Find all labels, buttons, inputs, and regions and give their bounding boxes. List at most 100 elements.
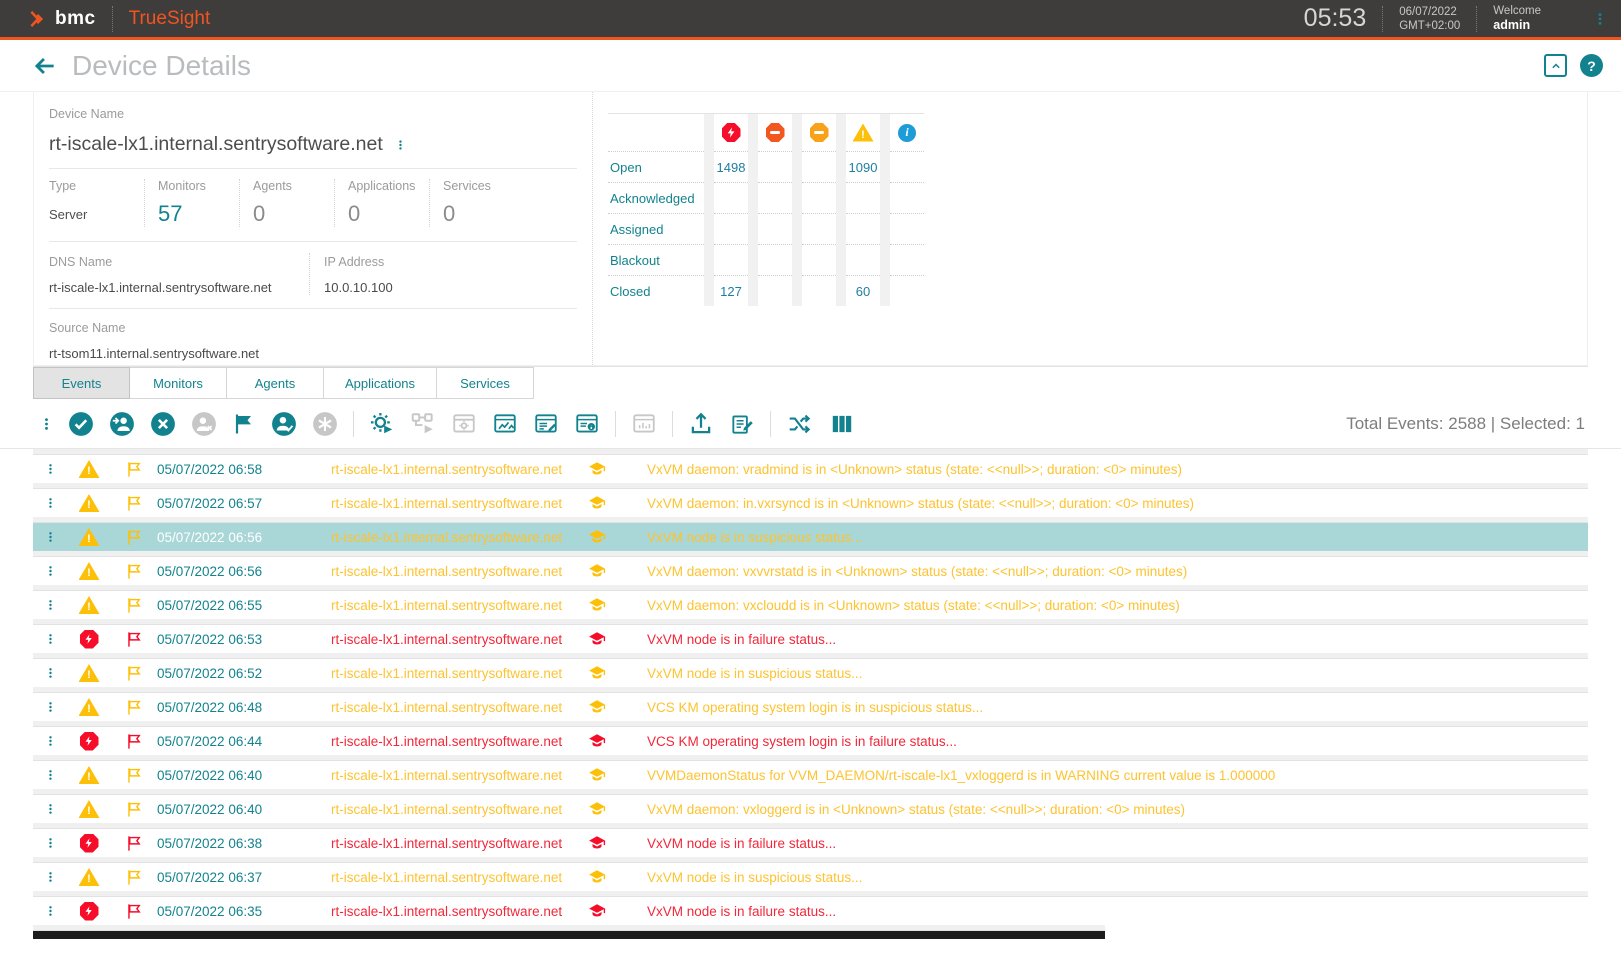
knowledge-icon[interactable] <box>587 664 615 682</box>
acknowledge-icon[interactable] <box>68 411 94 437</box>
event-row[interactable]: ! 05/07/2022 06:56 rt-iscale-lx1.interna… <box>33 522 1588 551</box>
summary-count[interactable] <box>714 182 748 213</box>
row-menu-icon[interactable] <box>33 528 67 546</box>
tab-agents[interactable]: Agents <box>227 367 324 399</box>
knowledge-icon[interactable] <box>587 494 615 512</box>
summary-count[interactable] <box>714 213 748 244</box>
summary-count[interactable] <box>802 244 836 275</box>
flag-icon[interactable] <box>111 630 157 649</box>
flag-icon[interactable] <box>111 766 157 785</box>
summary-count[interactable] <box>846 182 880 213</box>
run-action-icon[interactable] <box>369 411 395 437</box>
flag-icon[interactable] <box>111 528 157 547</box>
summary-count[interactable] <box>802 213 836 244</box>
knowledge-icon[interactable] <box>587 732 615 750</box>
row-menu-icon[interactable] <box>33 902 67 920</box>
export-icon[interactable] <box>688 411 714 437</box>
knowledge-icon[interactable] <box>587 630 615 648</box>
tab-events[interactable]: Events <box>33 367 130 399</box>
row-menu-icon[interactable] <box>33 834 67 852</box>
help-icon[interactable]: ? <box>1580 54 1603 77</box>
summary-count[interactable] <box>802 275 836 306</box>
row-menu-icon[interactable] <box>33 494 67 512</box>
menu-icon[interactable] <box>40 412 53 436</box>
knowledge-icon[interactable] <box>587 902 615 920</box>
event-row[interactable]: ! 05/07/2022 06:58 rt-iscale-lx1.interna… <box>33 454 1588 483</box>
knowledge-icon[interactable] <box>587 868 615 886</box>
flag-icon[interactable] <box>232 412 256 436</box>
flag-icon[interactable] <box>111 868 157 887</box>
expand-panel-icon[interactable] <box>1544 54 1567 77</box>
event-list-icon[interactable] <box>533 411 559 437</box>
summary-count[interactable] <box>890 151 924 182</box>
flag-icon[interactable] <box>111 732 157 751</box>
row-menu-icon[interactable] <box>33 732 67 750</box>
shuffle-icon[interactable] <box>786 411 814 437</box>
monitors-count[interactable]: 57 <box>158 201 182 226</box>
flag-icon[interactable] <box>111 494 157 513</box>
assign-to-me-icon[interactable] <box>271 411 297 437</box>
flag-icon[interactable] <box>111 800 157 819</box>
device-menu-icon[interactable] <box>395 137 406 153</box>
summary-count[interactable] <box>758 182 792 213</box>
flag-icon[interactable] <box>111 664 157 683</box>
summary-count[interactable] <box>846 213 880 244</box>
summary-count[interactable] <box>890 182 924 213</box>
tab-services[interactable]: Services <box>437 367 534 399</box>
columns-icon[interactable] <box>829 411 855 437</box>
knowledge-icon[interactable] <box>587 698 615 716</box>
summary-count[interactable] <box>758 151 792 182</box>
row-menu-icon[interactable] <box>33 460 67 478</box>
event-row[interactable]: ! 05/07/2022 06:53 rt-iscale-lx1.interna… <box>33 624 1588 653</box>
event-chart-icon[interactable] <box>492 411 518 437</box>
row-menu-icon[interactable] <box>33 664 67 682</box>
tab-applications[interactable]: Applications <box>324 367 437 399</box>
summary-count[interactable] <box>890 213 924 244</box>
knowledge-icon[interactable] <box>587 528 615 546</box>
row-menu-icon[interactable] <box>33 596 67 614</box>
flag-icon[interactable] <box>111 460 157 479</box>
summary-count[interactable] <box>890 275 924 306</box>
event-row[interactable]: ! 05/07/2022 06:40 rt-iscale-lx1.interna… <box>33 794 1588 823</box>
summary-count[interactable]: 60 <box>846 275 880 306</box>
summary-count[interactable]: 127 <box>714 275 748 306</box>
knowledge-icon[interactable] <box>587 562 615 580</box>
flag-icon[interactable] <box>111 902 157 921</box>
knowledge-icon[interactable] <box>587 834 615 852</box>
flag-icon[interactable] <box>111 834 157 853</box>
summary-count[interactable] <box>758 275 792 306</box>
flag-icon[interactable] <box>111 698 157 717</box>
event-row[interactable]: ! 05/07/2022 06:55 rt-iscale-lx1.interna… <box>33 590 1588 619</box>
event-row[interactable]: ! 05/07/2022 06:56 rt-iscale-lx1.interna… <box>33 556 1588 585</box>
summary-count[interactable] <box>802 182 836 213</box>
assign-icon[interactable] <box>109 411 135 437</box>
knowledge-icon[interactable] <box>587 766 615 784</box>
summary-count[interactable] <box>890 244 924 275</box>
summary-count[interactable] <box>802 151 836 182</box>
row-menu-icon[interactable] <box>33 562 67 580</box>
row-menu-icon[interactable] <box>33 630 67 648</box>
summary-count[interactable]: 1090 <box>846 151 880 182</box>
row-menu-icon[interactable] <box>33 800 67 818</box>
summary-count[interactable] <box>714 244 748 275</box>
event-details-icon[interactable] <box>574 411 600 437</box>
event-row[interactable]: ! 05/07/2022 06:57 rt-iscale-lx1.interna… <box>33 488 1588 517</box>
event-row[interactable]: ! 05/07/2022 06:52 rt-iscale-lx1.interna… <box>33 658 1588 687</box>
knowledge-icon[interactable] <box>587 460 615 478</box>
flag-icon[interactable] <box>111 562 157 581</box>
summary-count[interactable]: 1498 <box>714 151 748 182</box>
event-row[interactable]: ! 05/07/2022 06:38 rt-iscale-lx1.interna… <box>33 828 1588 857</box>
summary-count[interactable] <box>758 244 792 275</box>
back-arrow-icon[interactable] <box>32 53 58 79</box>
event-row[interactable]: ! 05/07/2022 06:37 rt-iscale-lx1.interna… <box>33 862 1588 891</box>
knowledge-icon[interactable] <box>587 800 615 818</box>
annotate-icon[interactable] <box>729 411 755 437</box>
flag-icon[interactable] <box>111 596 157 615</box>
row-menu-icon[interactable] <box>33 868 67 886</box>
row-menu-icon[interactable] <box>33 766 67 784</box>
summary-count[interactable] <box>846 244 880 275</box>
event-row[interactable]: ! 05/07/2022 06:40 rt-iscale-lx1.interna… <box>33 760 1588 789</box>
tab-monitors[interactable]: Monitors <box>130 367 227 399</box>
event-row[interactable]: ! 05/07/2022 06:48 rt-iscale-lx1.interna… <box>33 692 1588 721</box>
row-menu-icon[interactable] <box>33 698 67 716</box>
